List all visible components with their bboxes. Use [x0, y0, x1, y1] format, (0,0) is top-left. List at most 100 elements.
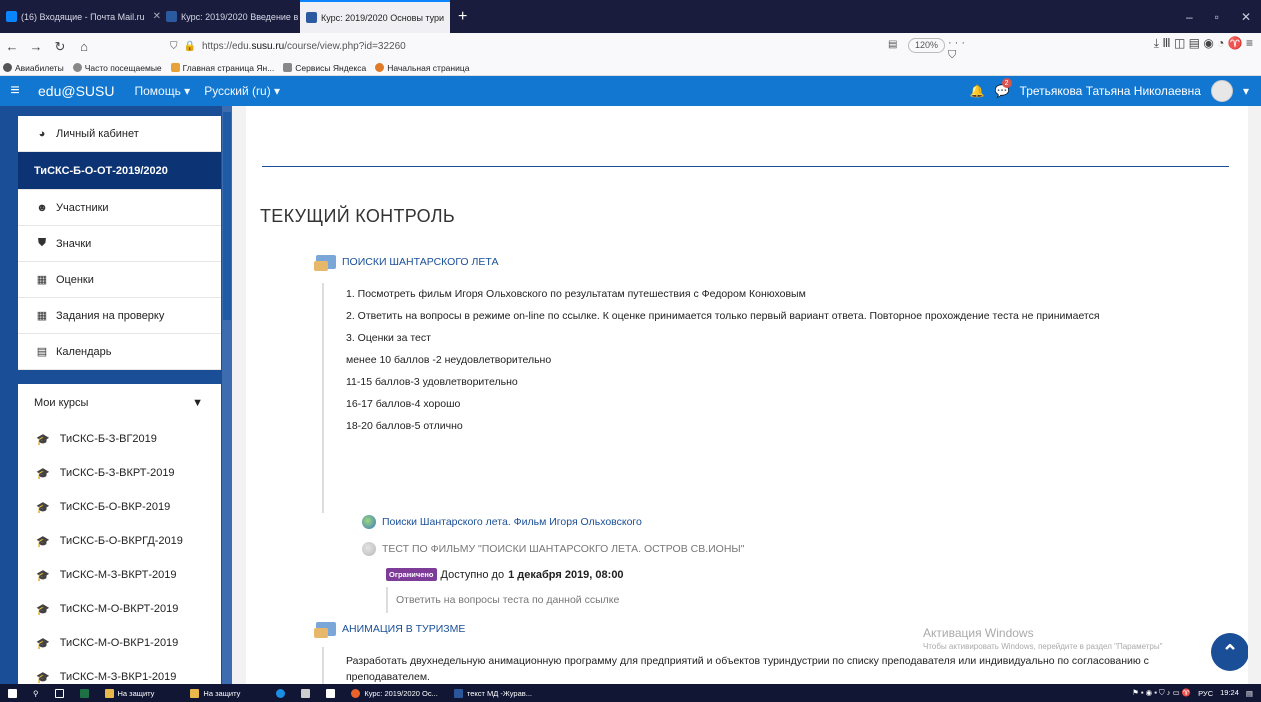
graduation-cap-icon: 🎓	[36, 603, 50, 616]
taskbar-app[interactable]	[72, 684, 97, 702]
notifications-icon[interactable]: ▤	[1246, 689, 1253, 698]
activity-link[interactable]: ПОИСКИ ШАНТАРСКОГО ЛЕТА	[342, 256, 498, 268]
description-line: 16-17 баллов-4 хорошо	[346, 398, 461, 410]
tray-icons[interactable]: ⚑ ▪ ◉ ▪ ⛉ ♪ ▭ ♈	[1132, 688, 1191, 698]
avatar[interactable]	[1210, 80, 1233, 102]
mail-icon	[6, 11, 17, 22]
start-button[interactable]	[0, 684, 25, 702]
close-window-icon[interactable]: ✕	[1241, 10, 1251, 24]
home-icon[interactable]: ⌂	[72, 39, 96, 54]
taskbar-app[interactable]	[318, 684, 343, 702]
reload-icon[interactable]: ↻	[48, 39, 72, 55]
taskbar-app[interactable]	[293, 684, 318, 702]
course-link[interactable]: 🎓 ТиСКС-Б-О-ВКР-2019	[18, 490, 221, 524]
user-area: 🔔 💬 2 Третьякова Татьяна Николаевна ▾	[970, 78, 1261, 102]
chevron-down-icon[interactable]: ▾	[1243, 84, 1249, 98]
scrollbar-thumb[interactable]	[223, 112, 231, 320]
browser-tab[interactable]: Курс: 2019/2020 Введение в го ✕	[160, 0, 300, 33]
firefox-icon	[351, 688, 361, 698]
language-menu[interactable]: Русский (ru) ▾	[204, 84, 280, 98]
course-link[interactable]: 🎓 ТиСКС-М-З-ВКР1-2019	[18, 660, 221, 684]
course-link[interactable]: 🎓 ТиСКС-Б-З-ВГ2019	[18, 422, 221, 456]
drawer-item-participants[interactable]: ☻ Участники	[18, 190, 221, 226]
browser-tab[interactable]: (16) Входящие - Почта Mail.ru ✕	[0, 0, 160, 33]
folder-icon	[104, 688, 114, 698]
forward-icon[interactable]: →	[24, 39, 48, 54]
graduation-cap-icon: 🎓	[36, 433, 50, 446]
bookmark-item[interactable]: Главная страница Ян...	[170, 63, 274, 73]
calendar-icon: ▤	[36, 346, 48, 358]
yandex-icon	[170, 63, 180, 72]
my-courses-toggle[interactable]: Мои курсы ▼	[18, 384, 221, 422]
course-link[interactable]: 🎓 ТиСКС-М-О-ВКР1-2019	[18, 626, 221, 660]
reader-view-icon[interactable]: ▤	[888, 39, 897, 50]
taskbar-app[interactable]	[268, 684, 293, 702]
page-scrollbar[interactable]	[1248, 106, 1261, 684]
minimize-icon[interactable]: –	[1186, 10, 1193, 24]
messages-icon[interactable]: 💬 2	[995, 78, 1012, 98]
bookmark-item[interactable]: Начальная страница	[375, 63, 469, 73]
bookmark-item[interactable]: Авиабилеты	[3, 63, 64, 73]
description-line: 2. Ответить на вопросы в режиме on-line …	[346, 310, 1100, 322]
dashboard-icon: ◕	[38, 127, 46, 140]
drawer-scrollbar[interactable]	[222, 106, 232, 684]
course-link[interactable]: 🎓 ТиСКС-Б-О-ВКРГД-2019	[18, 524, 221, 558]
user-name[interactable]: Третьякова Татьяна Николаевна	[1020, 84, 1201, 98]
quiz-icon	[362, 542, 376, 556]
screen: (16) Входящие - Почта Mail.ru ✕ Курс: 20…	[0, 0, 1261, 702]
folder-activity[interactable]: ПОИСКИ ШАНТАРСКОГО ЛЕТА	[314, 255, 498, 271]
drawer-item-course[interactable]: ТиСКС-Б-О-ОТ-2019/2020	[18, 152, 221, 190]
globe-icon	[3, 63, 12, 72]
help-menu[interactable]: Помощь ▾	[134, 84, 190, 98]
clock[interactable]: 19:24	[1220, 689, 1239, 697]
drawer-item-badges[interactable]: ⛊ Значки	[18, 226, 221, 262]
drawer-item-grades[interactable]: ▦ Оценки	[18, 262, 221, 298]
back-to-top-button[interactable]: ⌃	[1211, 633, 1249, 671]
close-tab-icon[interactable]: ✕	[153, 11, 160, 22]
folder-icon	[190, 688, 200, 698]
search-button[interactable]: ⚲	[25, 684, 47, 702]
taskbar-app[interactable]: Курс: 2019/2020 Ос...	[343, 684, 446, 702]
description-line: 18-20 баллов-5 отлично	[346, 420, 463, 432]
windows-icon	[8, 688, 17, 698]
task-view-button[interactable]	[47, 684, 72, 702]
drawer-item-grading[interactable]: ▦ Задания на проверку	[18, 298, 221, 334]
folder-activity[interactable]: АНИМАЦИЯ В ТУРИЗМЕ	[314, 622, 465, 638]
bookmark-item[interactable]: Сервисы Яндекса	[283, 63, 366, 73]
folder-icon	[283, 63, 293, 72]
course-link[interactable]: 🎓 ТиСКС-М-З-ВКРТ-2019	[18, 558, 221, 592]
activity-link[interactable]: ТЕСТ ПО ФИЛЬМУ "ПОИСКИ ШАНТАРСОКГО ЛЕТА.…	[382, 543, 744, 555]
activity-link[interactable]: Поиски Шантарского лета. Фильм Игоря Оль…	[382, 516, 642, 528]
url-activity[interactable]: Поиски Шантарского лета. Фильм Игоря Оль…	[362, 515, 642, 529]
back-icon[interactable]: ←	[0, 39, 24, 54]
folder-icon	[314, 622, 336, 638]
drawer-item-calendar[interactable]: ▤ Календарь	[18, 334, 221, 370]
activity-link[interactable]: АНИМАЦИЯ В ТУРИЗМЕ	[342, 623, 465, 635]
course-link[interactable]: 🎓 ТиСКС-Б-З-ВКРТ-2019	[18, 456, 221, 490]
quiz-activity[interactable]: ТЕСТ ПО ФИЛЬМУ "ПОИСКИ ШАНТАРСОКГО ЛЕТА.…	[362, 542, 744, 556]
new-tab-button[interactable]: +	[450, 8, 475, 26]
browser-tab-bar: (16) Входящие - Почта Mail.ru ✕ Курс: 20…	[0, 0, 1261, 33]
maximize-icon[interactable]: ▫	[1215, 10, 1219, 24]
browser-tab-active[interactable]: Курс: 2019/2020 Основы тури ✕	[300, 0, 450, 33]
system-tray: ⚑ ▪ ◉ ▪ ⛉ ♪ ▭ ♈ РУС 19:24 ▤	[1132, 688, 1261, 698]
taskbar-app[interactable]: текст МД -Журав...	[446, 684, 540, 702]
zoom-level[interactable]: 120%	[908, 38, 946, 53]
tab-title: Курс: 2019/2020 Введение в го	[181, 11, 300, 22]
windows-taskbar: ⚲ На защиту На защиту Курс: 2019/2020 Ос…	[0, 684, 1261, 702]
toolbar-icons[interactable]: ⤓ Ⅲ ◫ ▤ ◉ ◔ ♈ ≡	[1154, 36, 1253, 51]
url-text: https://edu.susu.ru/course/view.php?id=3…	[201, 41, 406, 52]
address-bar[interactable]: ⛉ 🔒 https://edu.susu.ru/course/view.php?…	[170, 36, 965, 74]
bookmark-item[interactable]: Часто посещаемые	[72, 63, 162, 73]
bell-icon[interactable]: 🔔	[970, 84, 985, 98]
graduation-cap-icon: 🎓	[36, 467, 50, 480]
site-brand[interactable]: edu@SUSU	[38, 83, 114, 99]
taskbar-app[interactable]: На защиту	[97, 684, 163, 702]
browser-nav-bar: ← → ↻ ⌂ ⛉ 🔒 https://edu.susu.ru/course/v…	[0, 33, 1261, 74]
language-indicator[interactable]: РУС	[1198, 689, 1213, 698]
course-link[interactable]: 🎓 ТиСКС-М-О-ВКРТ-2019	[18, 592, 221, 626]
taskbar-app[interactable]: На защиту	[182, 684, 248, 702]
menu-toggle-icon[interactable]: ≡	[0, 82, 30, 100]
drawer-item-dashboard[interactable]: ◕ Личный кабинет	[18, 116, 221, 152]
calculator-icon	[301, 688, 311, 698]
